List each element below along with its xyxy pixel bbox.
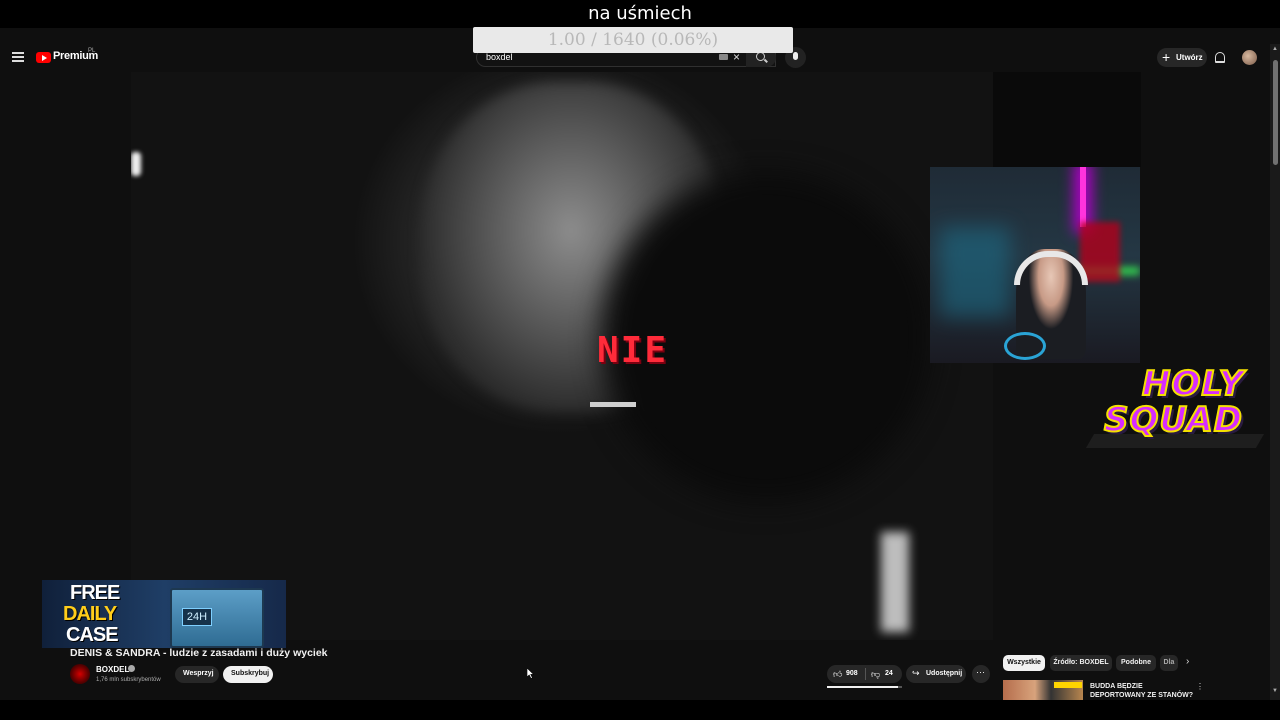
scrollbar-thumb[interactable]: [1273, 60, 1278, 165]
player-edge: [993, 72, 1141, 167]
create-label[interactable]: Utwórz: [1176, 53, 1203, 62]
bottom-bar: [0, 700, 1280, 720]
verified-icon: [128, 665, 135, 672]
search-icon[interactable]: [756, 52, 765, 61]
like-count[interactable]: 908: [846, 670, 858, 677]
mouse-cursor-icon: [527, 668, 535, 679]
support-label[interactable]: Wesprzyj: [183, 670, 214, 677]
recommendation-title[interactable]: BUDDA BĘDZIE DEPORTOWANY ZE STANÓW? ELON…: [1090, 682, 1194, 700]
ad-line-1: FREE: [70, 582, 120, 604]
like-separator: [865, 668, 866, 680]
streamer-webcam: [930, 167, 1140, 363]
video-subtitle: NIE: [597, 330, 669, 371]
chip-similar[interactable]: Podobne: [1116, 655, 1156, 671]
youtube-logo-icon[interactable]: [36, 52, 51, 63]
chip-source[interactable]: Źródło: BOXDEL: [1050, 655, 1112, 671]
ad-line-3: CASE: [66, 624, 119, 646]
shirt-logo-icon: [1004, 332, 1046, 360]
video-player[interactable]: NIE: [131, 72, 993, 640]
logo-region: PL: [88, 48, 96, 54]
plus-icon[interactable]: +: [1162, 49, 1170, 65]
channel-avatar[interactable]: [70, 664, 90, 684]
logo-line-1: HOLY: [1141, 363, 1245, 405]
more-vertical-icon[interactable]: ⋮: [1196, 682, 1204, 691]
free-daily-case-ad[interactable]: 24H FREE DAILY CASE: [42, 580, 286, 648]
holy-squad-logo: HOLY SQUAD: [1085, 362, 1270, 454]
logo-line-2: SQUAD: [1103, 399, 1244, 441]
bell-icon[interactable]: [1215, 52, 1225, 63]
stream-overlay-title: na uśmiech: [0, 0, 1280, 28]
thumbs-up-icon[interactable]: 👍︎: [833, 669, 842, 680]
ad-badge: 24H: [182, 608, 212, 626]
dislike-count[interactable]: 24: [885, 670, 893, 677]
menu-icon[interactable]: [12, 52, 24, 62]
webcam-light-cyan: [940, 227, 1010, 317]
video-frame-highlight: [131, 152, 141, 176]
share-label[interactable]: Udostępnij: [926, 670, 962, 677]
webcam-light-pink: [1080, 167, 1086, 227]
stream-progress-box: 1.00 / 1640 (0.06%): [473, 27, 793, 53]
more-horizontal-icon[interactable]: ···: [976, 667, 985, 677]
mic-icon[interactable]: [793, 52, 798, 60]
keyboard-icon[interactable]: [719, 54, 728, 60]
scroll-up-arrow-icon[interactable]: ▲: [1272, 46, 1278, 52]
share-icon[interactable]: ↪: [912, 668, 920, 679]
search-input-value[interactable]: boxdel: [486, 52, 513, 62]
thumbs-down-icon[interactable]: 👎︎: [871, 669, 880, 680]
subscribe-label[interactable]: Subskrybuj: [231, 670, 269, 677]
chip-all[interactable]: Wszystkie: [1003, 655, 1045, 671]
ad-line-2: DAILY: [63, 603, 117, 625]
avatar[interactable]: [1242, 50, 1257, 65]
headphones-icon: [1014, 251, 1088, 285]
channel-subscribers: 1,76 mln subskrybentów: [96, 677, 161, 683]
chevron-right-icon[interactable]: ›: [1186, 656, 1189, 667]
like-ratio-fill: [827, 686, 899, 688]
scroll-down-arrow-icon[interactable]: ▼: [1272, 688, 1278, 694]
thumbnail-badge: [1054, 682, 1082, 688]
channel-name[interactable]: BOXDEL: [96, 665, 129, 674]
chip-for-you[interactable]: Dla: [1160, 655, 1178, 671]
video-frame-light: [881, 532, 909, 632]
subtitle-underline: [590, 402, 636, 407]
video-title: DENIS & SANDRA - ludzie z zasadami i duż…: [70, 647, 328, 659]
